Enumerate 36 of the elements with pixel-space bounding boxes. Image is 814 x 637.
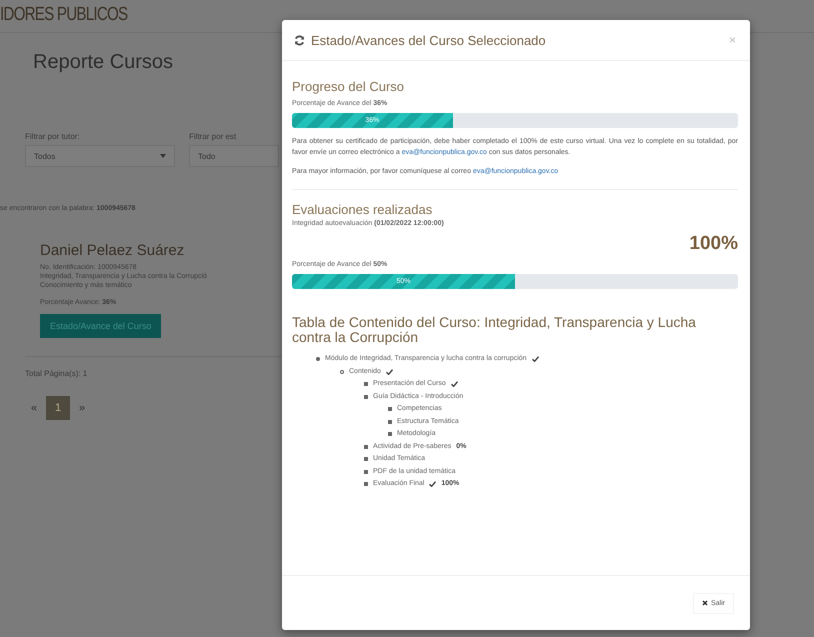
bullet-icon [364,482,368,486]
total-pages: Total Página(s): 1 [25,369,88,378]
close-icon [702,600,708,606]
section-heading: Evaluaciones realizadas [292,202,434,217]
refresh-icon [294,34,305,46]
section-heading: Tabla de Contenido del Curso: Integridad, Transparencia y Lucha contra la Corrupción [292,315,697,345]
bullet-icon [388,407,392,412]
bullet-icon [364,470,368,474]
bullet-icon [316,357,320,362]
filter-label: Filtrar por tutor: [25,132,81,141]
page-link[interactable]: 1 [46,396,70,420]
section-heading: Progreso del Curso [292,79,405,94]
check-icon [429,481,436,488]
bullet-icon [364,444,368,449]
caret-icon [160,154,166,158]
filter-select[interactable]: Todo [189,145,279,167]
modal-title: Estado/Avances del Curso Seleccionado [311,32,547,48]
check-icon [386,368,393,375]
bullet-icon [340,370,344,374]
check-icon [450,381,458,388]
close-button[interactable]: × [726,33,738,47]
page-link[interactable]: « [26,396,42,420]
filter-select[interactable]: Todos [25,145,175,167]
bullet-icon [364,382,368,386]
bullet-icon [364,394,368,399]
bullet-icon [364,457,368,462]
bullet-icon [388,432,392,436]
filter-label: Filtrar por est [189,132,238,141]
check-icon [532,356,539,362]
person-name: Daniel Pelaez Suárez [40,242,186,259]
evaluation-score: 100% [689,233,738,255]
site-title: IDORES PUBLICOS [0,3,128,27]
page-title: Reporte Cursos [33,51,174,74]
page-link[interactable]: » [74,396,90,420]
status-button[interactable]: Estado/Avance del Curso [40,314,162,338]
bullet-icon [388,420,392,424]
